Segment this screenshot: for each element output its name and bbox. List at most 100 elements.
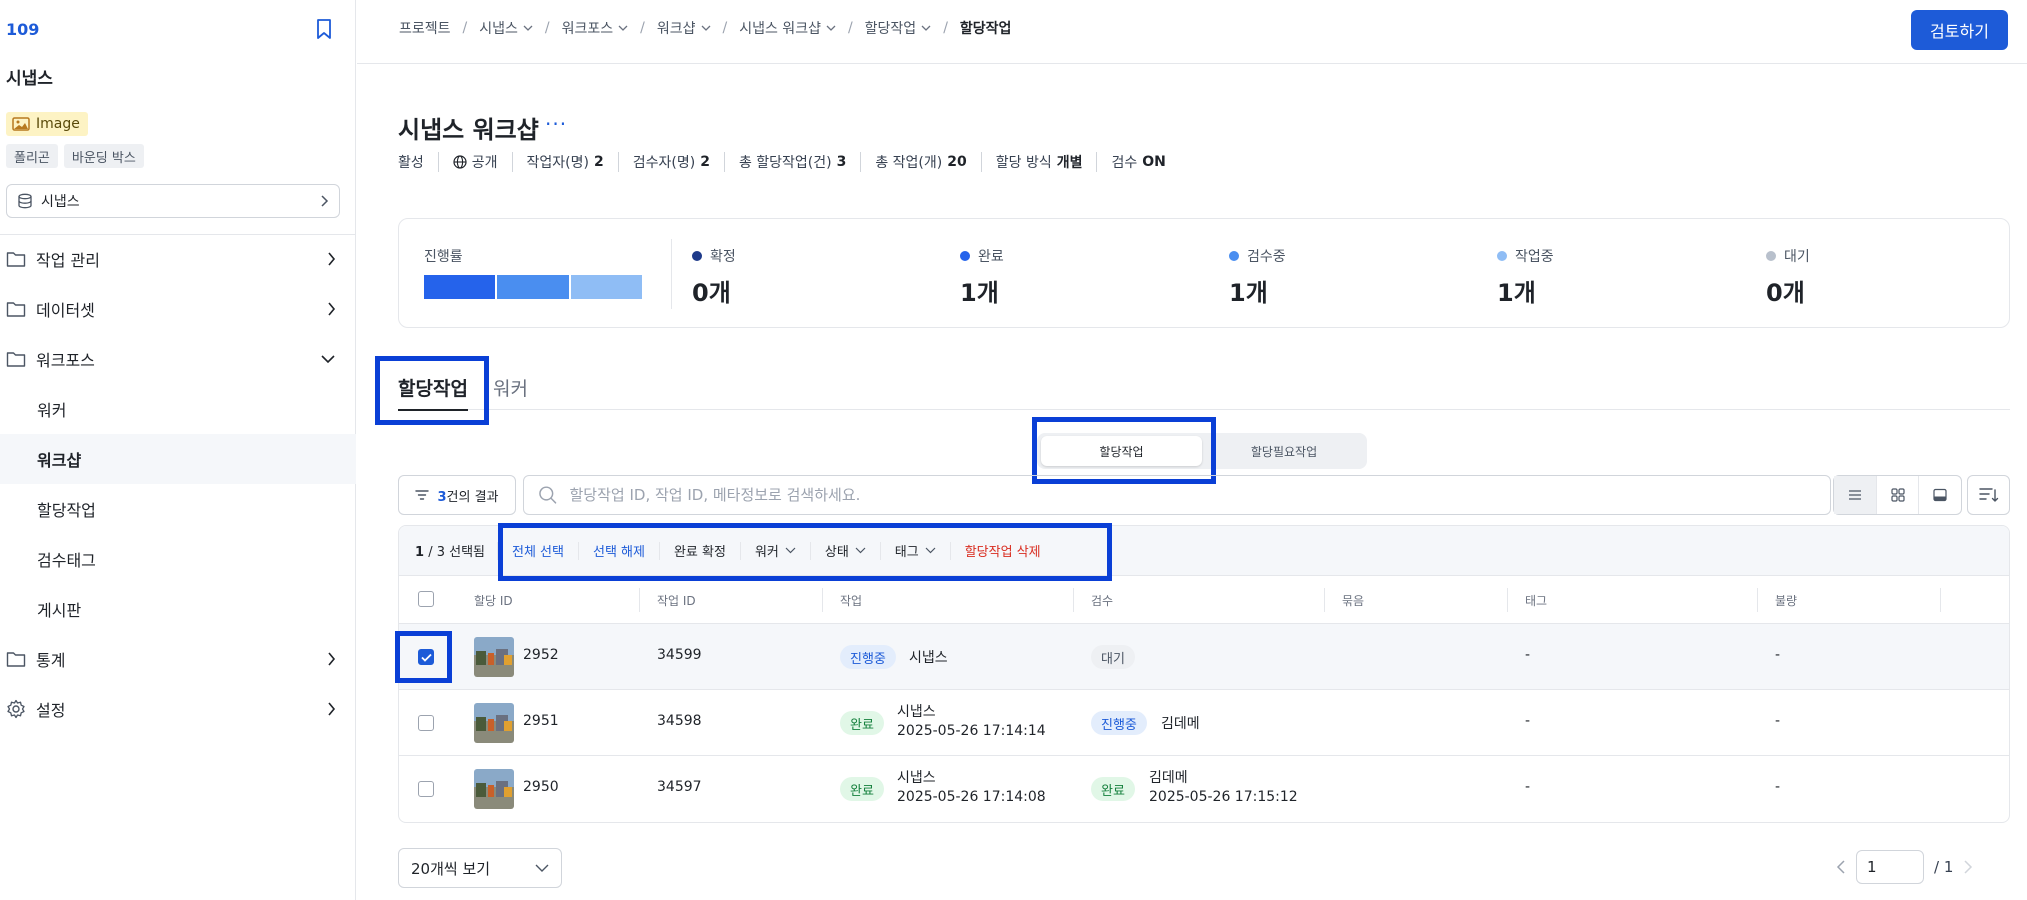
- page-input[interactable]: 1: [1856, 850, 1924, 884]
- breadcrumb-assigned[interactable]: 할당작업: [865, 18, 932, 38]
- chevron-right-icon: [328, 302, 336, 316]
- progress-stats-card: 진행률 확정 0개 완료 1개 검수중 1개 작업중 1개 대기 0개: [398, 218, 2010, 328]
- column-header[interactable]: 작업: [840, 592, 862, 609]
- select-all-checkbox[interactable]: [418, 591, 434, 607]
- grid-view-button[interactable]: [1875, 476, 1919, 514]
- progress-segment: [497, 275, 569, 299]
- tab-worker[interactable]: 워커: [493, 374, 528, 401]
- meta-value: 3: [836, 154, 847, 170]
- review-button[interactable]: 검토하기: [1911, 10, 2008, 50]
- task-thumbnail[interactable]: [474, 637, 514, 677]
- breadcrumb-label: 할당작업: [864, 21, 917, 37]
- stat-confirmed-label: 확정: [692, 246, 736, 266]
- breadcrumb-synapse-workshop[interactable]: 시냅스 워크샵: [739, 18, 836, 38]
- chevron-left-icon[interactable]: [1836, 859, 1846, 875]
- image-icon: [12, 117, 30, 131]
- delete-assignment-button[interactable]: 할당작업 삭제: [949, 541, 1055, 560]
- meta-label: 검수: [1111, 155, 1138, 171]
- column-header[interactable]: 묶음: [1342, 592, 1364, 609]
- filter-button[interactable]: 3건의 결과: [398, 475, 516, 515]
- check-icon: [420, 653, 432, 662]
- sort-button[interactable]: [1967, 475, 2010, 515]
- work-info: 시냅스 2025-05-26 17:14:14: [897, 703, 1046, 741]
- project-id: 109: [6, 20, 40, 39]
- task-thumbnail[interactable]: [474, 769, 514, 809]
- sidebar-item-assigned[interactable]: 할당작업: [0, 484, 356, 534]
- stat-working-label: 작업중: [1497, 246, 1554, 266]
- task-thumbnail[interactable]: [474, 703, 514, 743]
- worker-dropdown[interactable]: 워커: [739, 541, 810, 560]
- meta-label: 할당 방식: [995, 155, 1052, 171]
- breadcrumb-synapse[interactable]: 시냅스: [479, 18, 533, 38]
- breadcrumb-label: 워크포스: [561, 21, 614, 37]
- thumbnail-image: [474, 637, 514, 677]
- tab-assigned[interactable]: 할당작업: [398, 374, 468, 411]
- sidebar-item-board[interactable]: 게시판: [0, 584, 356, 634]
- chevron-right-icon: [328, 652, 336, 666]
- status-dropdown-label: 상태: [824, 545, 849, 560]
- sidebar-item-stats[interactable]: 통계: [0, 634, 356, 684]
- page-size-select[interactable]: 20개씩 보기: [398, 848, 562, 888]
- sidebar-item-workshop[interactable]: 워크샵: [0, 434, 356, 484]
- chevron-right-icon[interactable]: [1963, 859, 1973, 875]
- result-count-number: 3: [437, 489, 447, 505]
- row-checkbox[interactable]: [418, 649, 434, 665]
- confirm-done-button[interactable]: 완료 확정: [658, 541, 740, 560]
- sidebar-item-dataset[interactable]: 데이터셋: [0, 284, 356, 334]
- annotation-tag: 폴리곤: [6, 144, 58, 168]
- meta-status: 활성: [398, 152, 438, 172]
- status-dropdown[interactable]: 상태: [809, 541, 880, 560]
- grid-icon: [1890, 488, 1905, 502]
- page-size-label: 20개씩 보기: [411, 859, 491, 878]
- column-header[interactable]: 할당 ID: [474, 592, 513, 609]
- sort-icon: [1978, 488, 1998, 502]
- breadcrumb-separator: /: [544, 20, 550, 36]
- folder-icon: [6, 352, 26, 367]
- review-status-badge: 진행중: [1091, 711, 1147, 735]
- table-row[interactable]: 2950 34597 완료 시냅스 2025-05-26 17:14:08 완료…: [399, 756, 2009, 822]
- tag-dropdown[interactable]: 태그: [879, 541, 950, 560]
- row-checkbox[interactable]: [418, 781, 434, 797]
- breadcrumb-project[interactable]: 프로젝트: [399, 18, 451, 38]
- search-input[interactable]: [569, 486, 1816, 504]
- select-all-button[interactable]: 전체 선택: [497, 541, 578, 560]
- list-view-button[interactable]: [1834, 476, 1876, 514]
- dataset-selector[interactable]: 시냅스: [6, 184, 340, 218]
- folder-icon: [6, 252, 26, 267]
- segment-needs-assign[interactable]: 할당필요작업: [1205, 436, 1363, 466]
- selection-count: 1 / 3 선택됨: [399, 541, 497, 560]
- tag-value: -: [1525, 779, 1531, 795]
- defect-value: -: [1775, 647, 1781, 663]
- breadcrumb-workshop[interactable]: 워크샵: [657, 18, 711, 38]
- column-divider: [1073, 588, 1074, 612]
- table-row[interactable]: 2952 34599 진행중 시냅스 대기 - -: [399, 624, 2009, 690]
- column-header[interactable]: 검수: [1091, 592, 1113, 609]
- tag-value: -: [1525, 647, 1531, 663]
- work-user: 시냅스: [909, 650, 948, 666]
- sidebar-item-work-management[interactable]: 작업 관리: [0, 234, 356, 284]
- sidebar-item-review-tag[interactable]: 검수태그: [0, 534, 356, 584]
- column-header[interactable]: 태그: [1525, 592, 1547, 609]
- sidebar-item-workforce[interactable]: 워크포스: [0, 334, 356, 384]
- column-header[interactable]: 작업 ID: [657, 592, 696, 609]
- meta-label: 검수자(명): [632, 155, 696, 171]
- panel-view-button[interactable]: [1918, 476, 1961, 514]
- column-header[interactable]: 불량: [1775, 592, 1797, 609]
- assign-id: 2951: [523, 713, 559, 729]
- status-dot: [1497, 251, 1507, 261]
- bookmark-icon[interactable]: [314, 18, 334, 40]
- row-checkbox[interactable]: [418, 715, 434, 731]
- table-row[interactable]: 2951 34598 완료 시냅스 2025-05-26 17:14:14 진행…: [399, 690, 2009, 756]
- defect-value: -: [1775, 779, 1781, 795]
- deselect-button[interactable]: 선택 해제: [577, 541, 659, 560]
- breadcrumb-workforce[interactable]: 워크포스: [562, 18, 629, 38]
- meta-reviewers: 검수자(명) 2: [617, 152, 724, 172]
- stat-done-value: 1개: [960, 279, 999, 307]
- sidebar-nav: 작업 관리 데이터셋 워크포스 워커 워크샵 할당작업 검수태그 게시판 통계: [0, 234, 356, 734]
- more-options-button[interactable]: ···: [545, 112, 567, 136]
- thumbnail-image: [474, 703, 514, 743]
- sidebar-item-settings[interactable]: 설정: [0, 684, 356, 734]
- sidebar-item-worker[interactable]: 워커: [0, 384, 356, 434]
- segment-assigned[interactable]: 할당작업: [1041, 436, 1202, 466]
- database-icon: [18, 193, 32, 209]
